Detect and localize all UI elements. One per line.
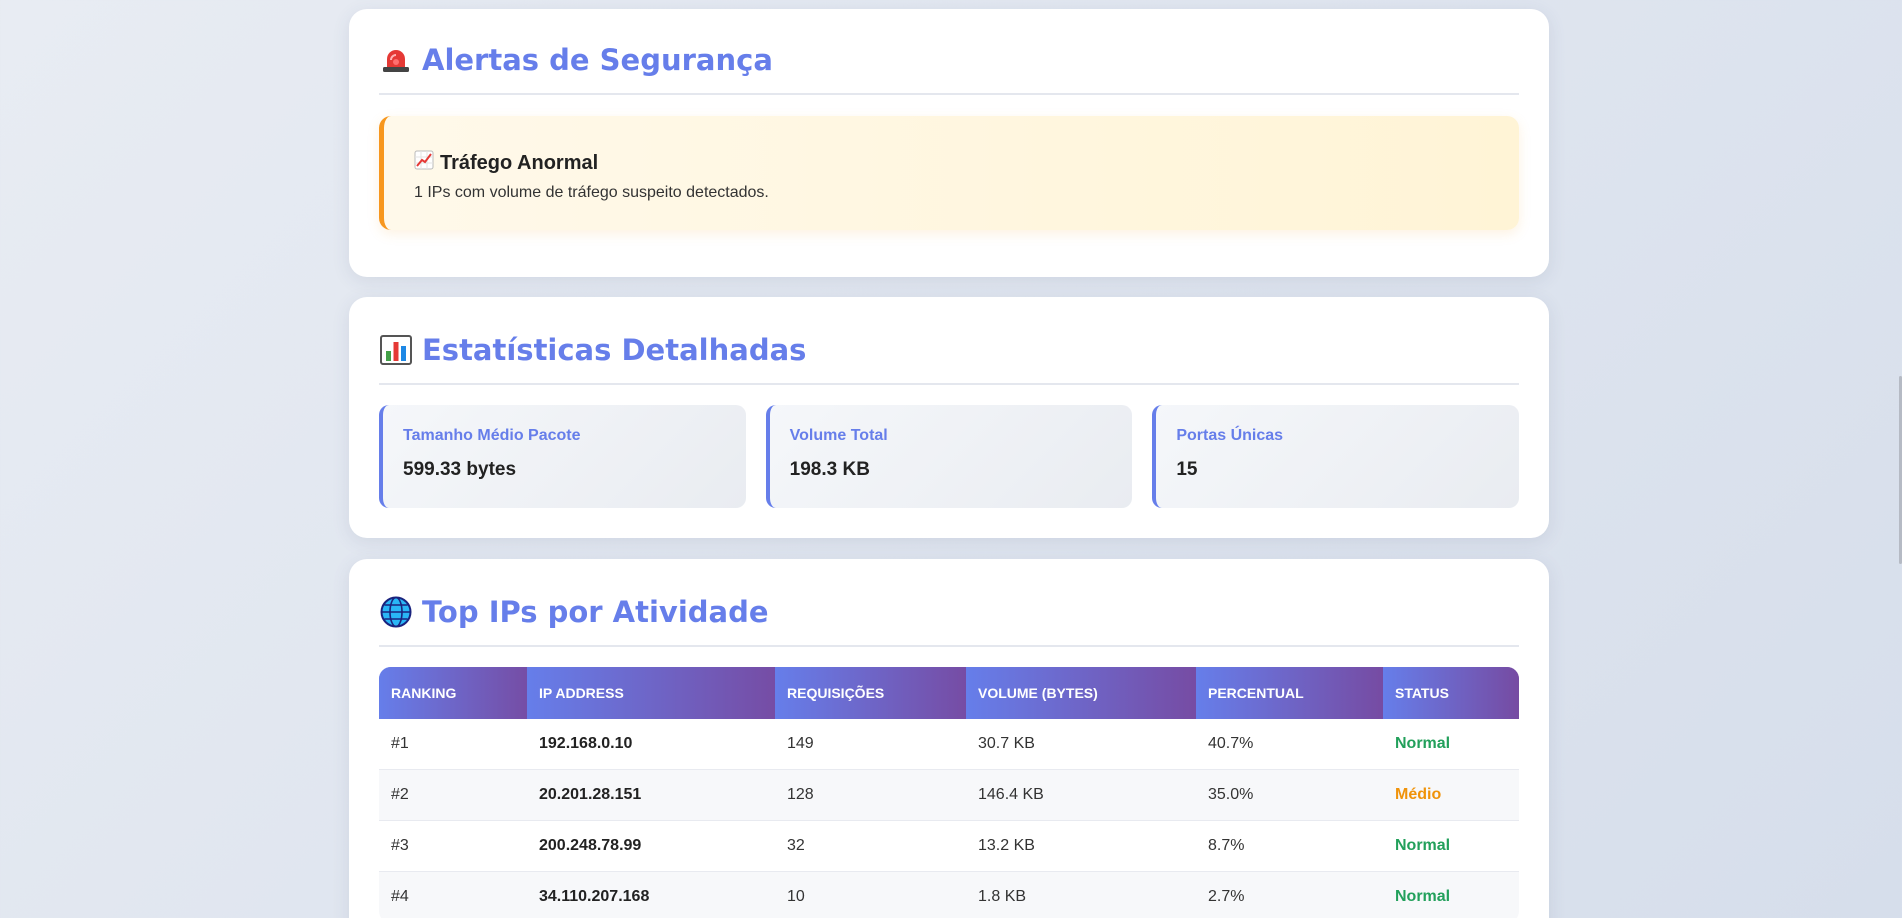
table-body: #1 192.168.0.10 149 30.7 KB 40.7% Normal…: [379, 719, 1519, 918]
cell-ip: 192.168.0.10: [539, 735, 633, 752]
table-header: RANKING IP ADDRESS REQUISIÇÕES VOLUME (B…: [379, 667, 1519, 719]
top-ips-title: Top IPs por Atividade: [422, 595, 769, 629]
cell-percent: 2.7%: [1208, 888, 1245, 905]
cell-rank: #4: [391, 888, 409, 905]
cell-volume: 13.2 KB: [978, 837, 1035, 854]
table-row[interactable]: #4 34.110.207.168 10 1.8 KB 2.7% Normal: [379, 872, 1519, 918]
column-header-volume[interactable]: VOLUME (BYTES): [966, 667, 1196, 719]
dashboard-container: Alertas de Segurança Tráfego Anormal 1 I…: [349, 0, 1549, 918]
cell-requests: 10: [787, 888, 805, 905]
status-badge: Médio: [1395, 786, 1442, 803]
column-header-requests[interactable]: REQUISIÇÕES: [775, 667, 966, 719]
stat-avg-packet-size: Tamanho Médio Pacote 599.33 bytes: [379, 405, 746, 508]
table-row[interactable]: #1 192.168.0.10 149 30.7 KB 40.7% Normal: [379, 719, 1519, 770]
table-row[interactable]: #3 200.248.78.99 32 13.2 KB 8.7% Normal: [379, 821, 1519, 872]
cell-requests: 32: [787, 837, 805, 854]
stat-total-volume: Volume Total 198.3 KB: [765, 405, 1133, 508]
top-ips-card: Top IPs por Atividade RANKING IP ADDRESS…: [349, 559, 1549, 918]
cell-percent: 40.7%: [1208, 735, 1254, 752]
chart-increasing-icon: [414, 150, 434, 176]
status-badge: Normal: [1395, 837, 1451, 854]
alert-description: 1 IPs com volume de tráfego suspeito det…: [414, 184, 769, 201]
alert-title-row: Tráfego Anormal: [414, 150, 1519, 176]
cell-requests: 128: [787, 786, 814, 803]
stat-value: 198.3 KB: [789, 459, 870, 480]
alert-title: Tráfego Anormal: [440, 151, 599, 174]
top-ips-table: RANKING IP ADDRESS REQUISIÇÕES VOLUME (B…: [379, 667, 1519, 918]
globe-icon: [379, 596, 412, 628]
detailed-stats-heading: Estatísticas Detalhadas: [379, 333, 1519, 385]
cell-percent: 8.7%: [1208, 837, 1245, 854]
cell-rank: #3: [391, 837, 409, 854]
status-badge: Normal: [1395, 735, 1451, 752]
column-header-percent[interactable]: PERCENTUAL: [1196, 667, 1383, 719]
stat-label: Tamanho Médio Pacote: [403, 427, 581, 444]
cell-requests: 149: [787, 735, 814, 752]
stats-grid: Tamanho Médio Pacote 599.33 bytes Volume…: [379, 405, 1520, 508]
detailed-stats-card: Estatísticas Detalhadas Tamanho Médio Pa…: [349, 297, 1549, 538]
stat-value: 599.33 bytes: [403, 459, 517, 480]
cell-ip: 200.248.78.99: [539, 837, 642, 854]
cell-volume: 1.8 KB: [978, 888, 1027, 905]
detailed-stats-title: Estatísticas Detalhadas: [422, 333, 807, 367]
column-header-ranking[interactable]: RANKING: [379, 667, 527, 719]
siren-icon: [379, 45, 412, 75]
column-header-ip-address[interactable]: IP ADDRESS: [527, 667, 775, 719]
stat-unique-ports: Portas Únicas 15: [1152, 405, 1520, 508]
cell-ip: 20.201.28.151: [539, 786, 642, 803]
cell-rank: #2: [391, 786, 409, 803]
security-alerts-heading: Alertas de Segurança: [379, 43, 1519, 95]
cell-volume: 146.4 KB: [978, 786, 1044, 803]
stat-value: 15: [1176, 459, 1198, 480]
cell-ip: 34.110.207.168: [539, 888, 650, 905]
cell-volume: 30.7 KB: [978, 735, 1035, 752]
top-ips-heading: Top IPs por Atividade: [379, 595, 1519, 647]
stat-label: Portas Únicas: [1176, 427, 1284, 444]
status-badge: Normal: [1395, 888, 1451, 905]
bar-chart-icon: [379, 335, 412, 365]
abnormal-traffic-alert: Tráfego Anormal 1 IPs com volume de tráf…: [379, 116, 1519, 230]
column-header-status[interactable]: STATUS: [1383, 667, 1519, 719]
security-alerts-card: Alertas de Segurança Tráfego Anormal 1 I…: [349, 9, 1549, 277]
cell-percent: 35.0%: [1208, 786, 1254, 803]
security-alerts-title: Alertas de Segurança: [422, 43, 773, 77]
table-row[interactable]: #2 20.201.28.151 128 146.4 KB 35.0% Médi…: [379, 770, 1519, 821]
cell-rank: #1: [391, 735, 409, 752]
stat-label: Volume Total: [789, 427, 888, 444]
